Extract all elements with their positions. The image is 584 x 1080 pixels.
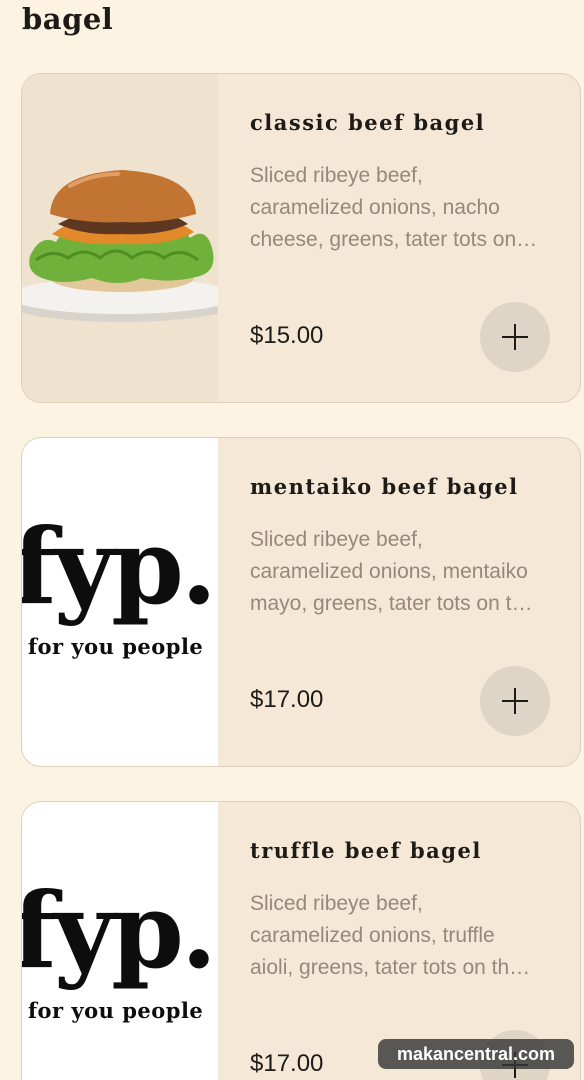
item-name: classic beef bagel xyxy=(250,110,486,135)
item-details: classic beef bagel Sliced ribeye beef, c… xyxy=(218,74,580,402)
item-description: Sliced ribeye beef, caramelized onions, … xyxy=(250,528,533,615)
add-to-cart-button[interactable] xyxy=(480,302,550,372)
item-image: fyp. for you people xyxy=(22,802,218,1080)
logo-text: fyp. xyxy=(22,505,217,628)
logo-subtitle: for you people xyxy=(28,634,204,659)
menu-item-card[interactable]: classic beef bagel Sliced ribeye beef, c… xyxy=(21,73,581,403)
plus-icon xyxy=(502,324,528,350)
item-description: Sliced ribeye beef, caramelized onions, … xyxy=(250,892,531,979)
item-image: fyp. for you people xyxy=(22,438,218,766)
item-image xyxy=(22,74,218,402)
logo-subtitle: for you people xyxy=(28,998,204,1023)
item-price: $17.00 xyxy=(250,686,324,713)
item-name: truffle beef bagel xyxy=(250,838,482,863)
item-description: Sliced ribeye beef, caramelized onions, … xyxy=(250,164,538,251)
item-price: $15.00 xyxy=(250,322,324,349)
plus-icon xyxy=(502,688,528,714)
add-to-cart-button[interactable] xyxy=(480,666,550,736)
item-price: $17.00 xyxy=(250,1050,324,1077)
logo-text: fyp. xyxy=(22,869,217,992)
fyp-logo: fyp. for you people xyxy=(22,512,218,660)
fyp-logo: fyp. for you people xyxy=(22,876,218,1024)
burger-photo xyxy=(22,74,218,402)
watermark: makancentral.com xyxy=(378,1039,574,1069)
menu-item-card[interactable]: fyp. for you people mentaiko beef bagel … xyxy=(21,437,581,767)
item-details: mentaiko beef bagel Sliced ribeye beef, … xyxy=(218,438,580,766)
item-name: mentaiko beef bagel xyxy=(250,474,519,499)
section-title: bagel xyxy=(22,2,114,36)
